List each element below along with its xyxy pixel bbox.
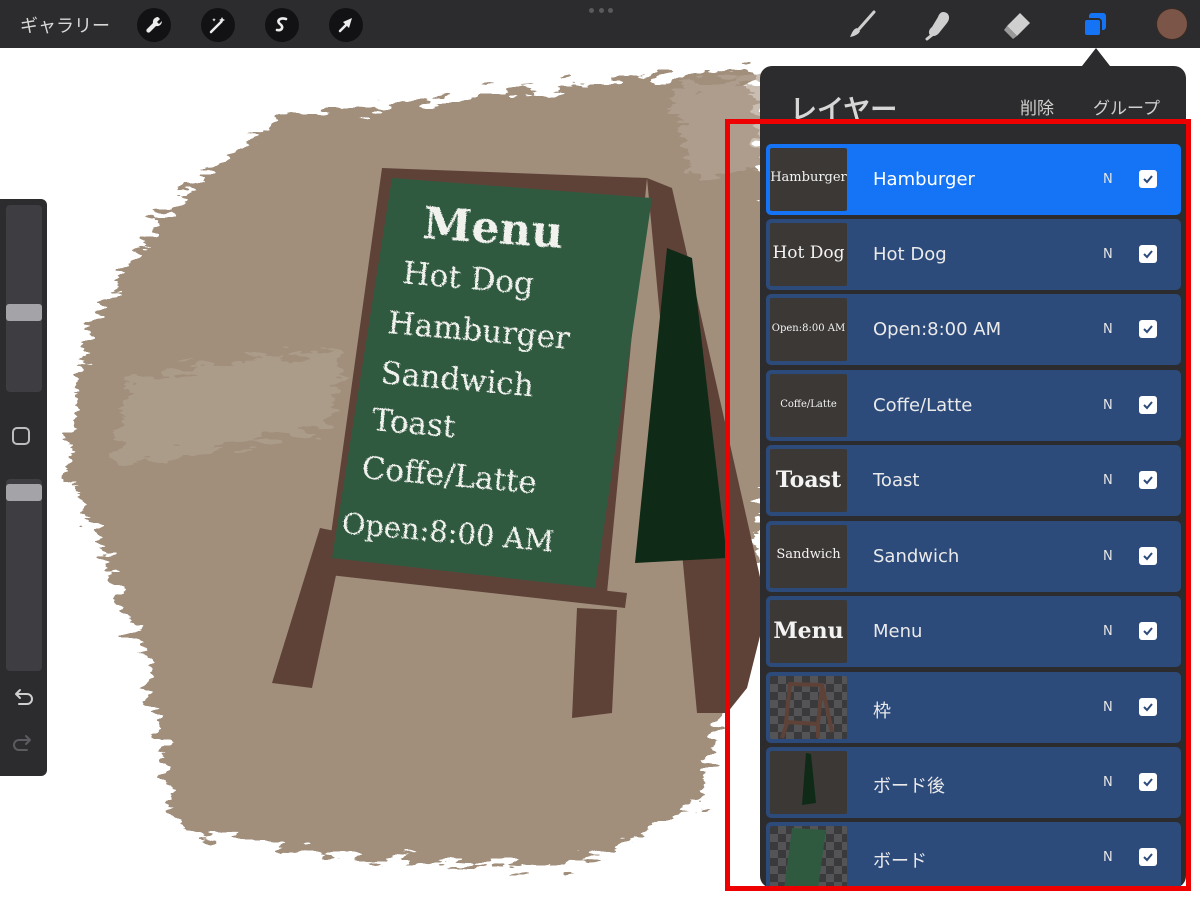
gallery-button[interactable]: ギャラリー (20, 12, 110, 38)
highlight-box (725, 119, 1191, 891)
selection-icon[interactable] (265, 8, 299, 42)
brush-icon[interactable] (843, 6, 881, 44)
transform-arrow-icon[interactable] (329, 8, 363, 42)
color-picker[interactable] (1157, 9, 1187, 39)
opacity-slider[interactable] (6, 479, 42, 671)
brush-size-thumb[interactable] (6, 304, 42, 321)
undo-icon[interactable] (10, 685, 36, 711)
magic-wand-icon[interactable] (201, 8, 235, 42)
smudge-icon[interactable] (920, 6, 958, 44)
top-toolbar: ギャラリー (0, 0, 1200, 48)
chalk-title: Menu (421, 198, 565, 259)
eraser-icon[interactable] (998, 6, 1036, 44)
drag-handle[interactable] (589, 8, 613, 14)
panel-pointer (1082, 48, 1110, 66)
modify-button[interactable] (12, 427, 30, 445)
layers-icon[interactable] (1076, 6, 1114, 44)
delete-button[interactable]: 削除 (1020, 94, 1054, 119)
redo-icon[interactable] (10, 731, 36, 757)
left-sidebar (0, 199, 47, 776)
brush-size-slider[interactable] (6, 205, 42, 392)
wrench-icon[interactable] (137, 8, 171, 42)
opacity-thumb[interactable] (6, 484, 42, 501)
chalk-line: Toast (370, 402, 457, 445)
group-button[interactable]: グループ (1093, 94, 1160, 119)
